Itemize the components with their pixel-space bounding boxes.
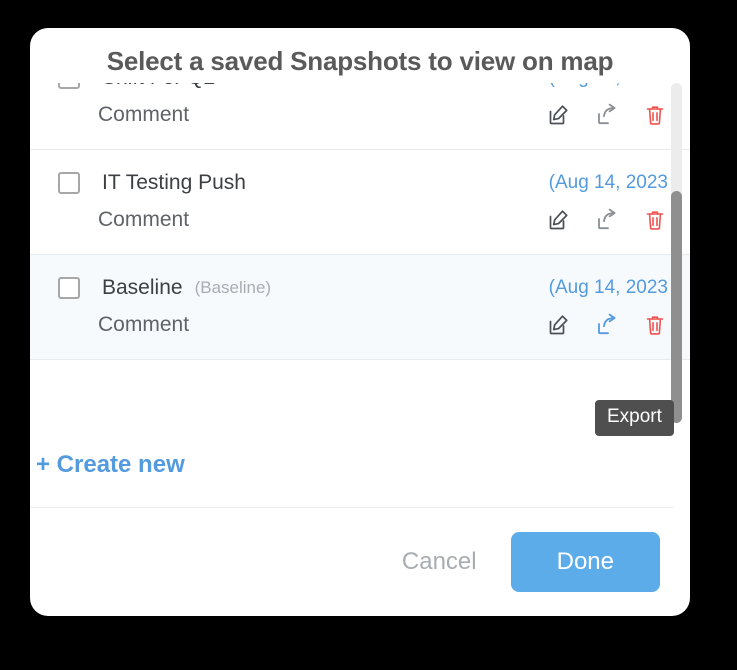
delete-icon[interactable]	[642, 312, 668, 338]
screen-root: Select a saved Snapshots to view on map …	[0, 0, 737, 670]
export-icon[interactable]	[594, 312, 620, 338]
snapshot-row-header: Baseline (Baseline) (Aug 14, 2023	[30, 269, 690, 307]
edit-icon[interactable]	[546, 312, 572, 338]
snapshot-comment[interactable]: Comment	[98, 103, 189, 127]
snapshot-row-header: IT Testing Push (Aug 14, 2023	[30, 164, 690, 202]
dialog-footer: Cancel Done	[30, 508, 690, 616]
snapshot-actions	[546, 102, 668, 128]
snapshot-tag: (Baseline)	[194, 278, 272, 297]
delete-icon[interactable]	[642, 102, 668, 128]
export-icon[interactable]	[594, 207, 620, 233]
create-new-row: + Create new	[30, 423, 690, 479]
snapshot-comment-row: Comment	[30, 97, 690, 133]
scrollbar-track[interactable]	[671, 83, 682, 423]
edit-icon[interactable]	[546, 207, 572, 233]
export-icon[interactable]	[594, 102, 620, 128]
export-tooltip: Export	[595, 400, 674, 436]
snapshot-date: (Aug 14, 2023	[548, 277, 668, 298]
snapshot-checkbox[interactable]	[58, 83, 80, 89]
snapshot-date: (Aug 14, 2023	[549, 83, 668, 89]
snapshot-comment[interactable]: Comment	[98, 208, 189, 232]
snapshot-selector-dialog: Select a saved Snapshots to view on map …	[30, 28, 690, 616]
snapshot-checkbox[interactable]	[58, 172, 80, 194]
snapshot-actions	[546, 207, 668, 233]
snapshot-name: Baseline	[102, 276, 183, 299]
snapshot-list-scroll-area[interactable]: Shift For Q2(Aug 14, 2023CommentIT Testi…	[30, 83, 690, 423]
delete-icon[interactable]	[642, 207, 668, 233]
snapshot-comment-row: Comment	[30, 307, 690, 343]
edit-icon[interactable]	[546, 102, 572, 128]
snapshot-list: Shift For Q2(Aug 14, 2023CommentIT Testi…	[30, 83, 690, 360]
page-title: Select a saved Snapshots to view on map	[106, 46, 614, 76]
snapshot-date: (Aug 14, 2023	[548, 172, 668, 193]
snapshot-row-header: Shift For Q2 (Aug 14, 2023	[30, 83, 690, 97]
snapshot-comment[interactable]: Comment	[98, 313, 189, 337]
snapshot-row[interactable]: Baseline (Baseline) (Aug 14, 2023 Comment	[30, 255, 690, 360]
create-new-link[interactable]: + Create new	[36, 451, 185, 479]
scrollbar-thumb[interactable]	[671, 191, 682, 423]
snapshot-row[interactable]: IT Testing Push (Aug 14, 2023 Comment	[30, 150, 690, 255]
cancel-button[interactable]: Cancel	[376, 536, 503, 588]
snapshot-actions	[546, 312, 668, 338]
done-button[interactable]: Done	[510, 532, 660, 592]
snapshot-checkbox[interactable]	[58, 277, 80, 299]
snapshot-name: IT Testing Push	[102, 171, 246, 194]
snapshot-comment-row: Comment	[30, 202, 690, 238]
snapshot-name: Shift For Q2	[102, 83, 215, 90]
snapshot-row[interactable]: Shift For Q2 (Aug 14, 2023 Comment	[30, 83, 690, 150]
